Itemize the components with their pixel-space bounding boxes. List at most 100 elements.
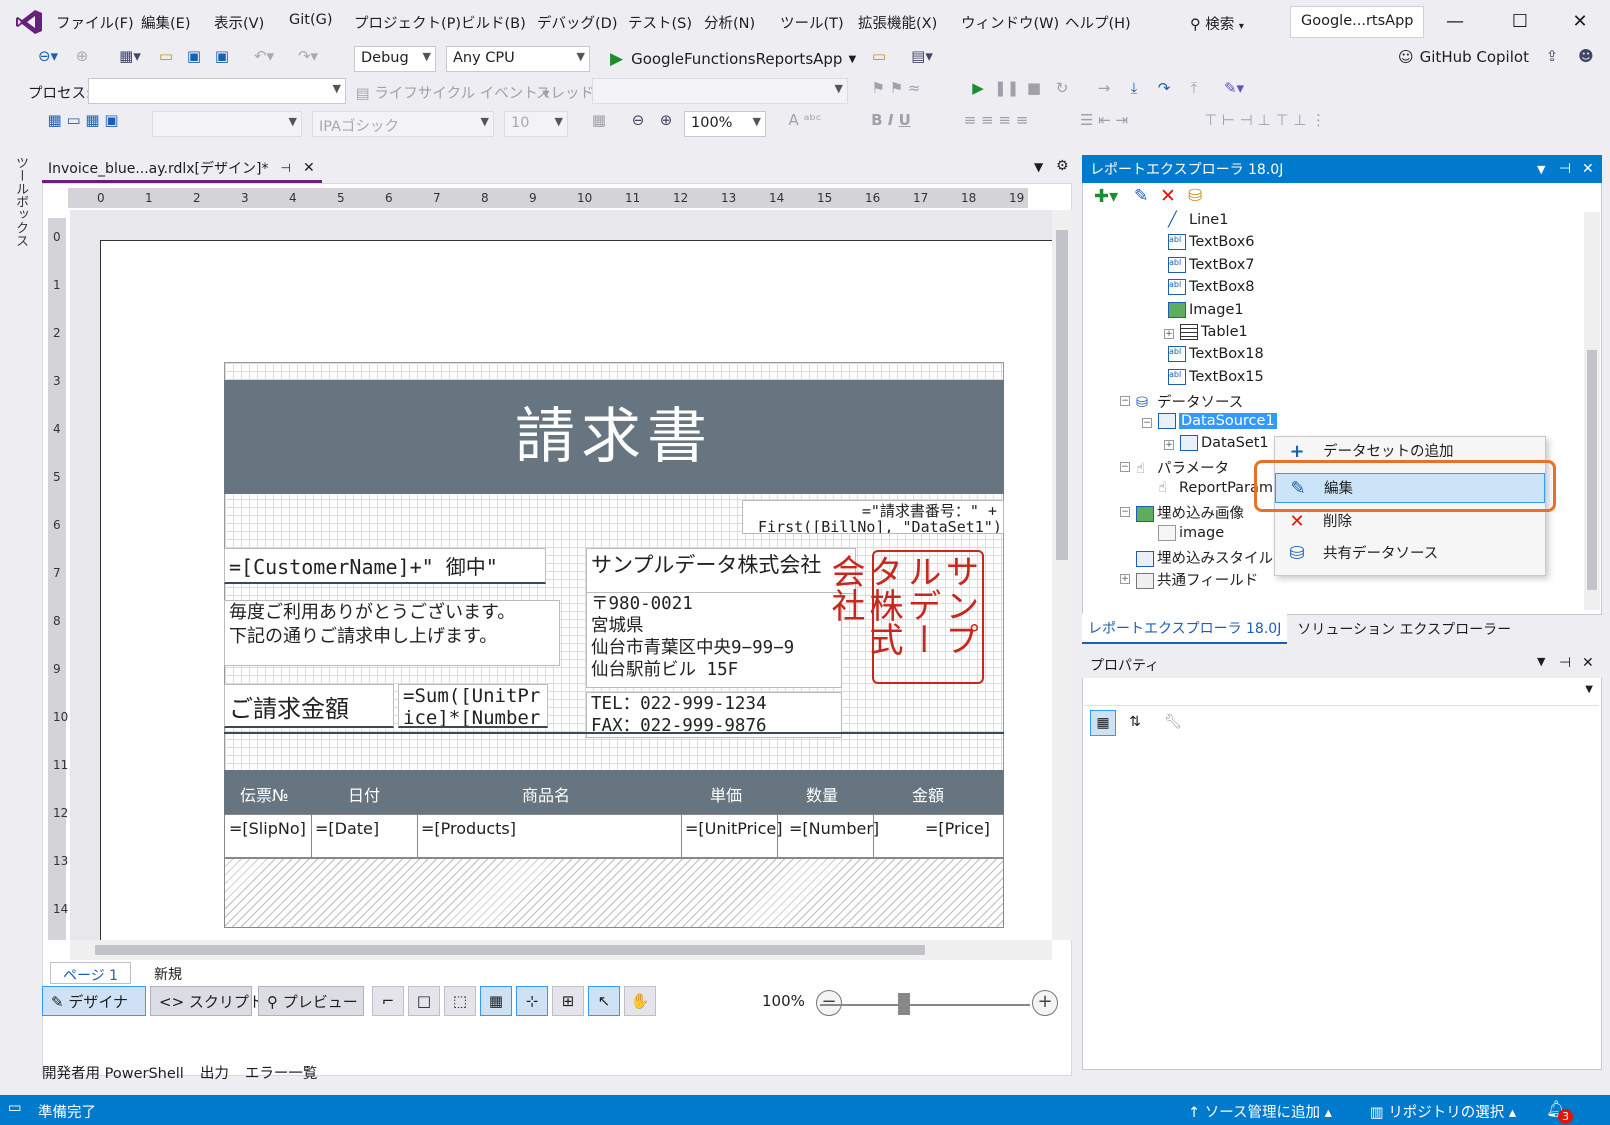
save-all-icon[interactable]: ▣ bbox=[210, 44, 234, 68]
continue-icon[interactable]: ▶ bbox=[966, 76, 990, 100]
redo-icon[interactable]: ↷▾ bbox=[290, 44, 326, 68]
greeting-textbox[interactable]: 毎度ご利用ありがとうございます。 下記の通りご請求申し上げます。 bbox=[224, 600, 560, 666]
company-name-textbox[interactable]: サンプルデータ株式会社 bbox=[586, 548, 856, 594]
menu-help[interactable]: ヘルプ(H) bbox=[1065, 12, 1131, 33]
bold-italic-underline-icons[interactable]: B I U bbox=[846, 108, 936, 132]
tree-item-textbox7[interactable]: abl TextBox7 bbox=[1168, 257, 1255, 273]
platform-select[interactable]: Any CPU ▼ bbox=[446, 46, 590, 72]
pointer-icon[interactable]: ↖ bbox=[588, 986, 620, 1016]
step-into-icon[interactable]: ⤓ bbox=[1122, 76, 1146, 100]
table-detail-row[interactable]: =[SlipNo] =[Date] =[Products] =[UnitPric… bbox=[224, 814, 1004, 859]
menu-build[interactable]: ビルド(B) bbox=[461, 12, 526, 33]
layout-align-icons[interactable]: ⊤ ⊢ ⊣ ⊥ ⊤ ⊥ ⋮ bbox=[1160, 108, 1370, 132]
report-layout-icons[interactable]: ▦ ▭ ▦ ▣ bbox=[28, 108, 138, 132]
tree-item-image1[interactable]: Image1 bbox=[1168, 302, 1244, 318]
tree-item-textbox6[interactable]: abl TextBox6 bbox=[1168, 234, 1255, 250]
pin-icon[interactable]: ⊣ bbox=[1559, 161, 1571, 177]
expand-toggle[interactable]: + bbox=[1164, 440, 1174, 450]
tab-error-list[interactable]: エラー一覧 bbox=[245, 1062, 318, 1083]
thread-select[interactable]: ▼ bbox=[592, 78, 848, 104]
menu-file[interactable]: ファイル(F) bbox=[56, 12, 134, 33]
solution-title[interactable]: Google...rtsApp bbox=[1290, 6, 1424, 38]
select-repository-button[interactable]: ▥ リポジトリの選択 ▴ bbox=[1370, 1101, 1516, 1122]
panel-menu-icon[interactable]: ▼ bbox=[1537, 163, 1545, 176]
tree-item-embedded-images[interactable]: 埋め込み画像 bbox=[1136, 502, 1244, 523]
window-layout-icon[interactable]: ▤▾ bbox=[902, 44, 942, 68]
lifecycle-events-button[interactable]: ▤ ライフサイクル イベント ▾ bbox=[356, 82, 550, 103]
font-select[interactable]: IPAゴシック ▼ bbox=[312, 111, 494, 137]
tree-item-line1[interactable]: ╱ Line1 bbox=[1168, 212, 1228, 228]
pin-icon[interactable]: ⊣ bbox=[280, 161, 290, 175]
cell-slip-no[interactable]: =[SlipNo] bbox=[229, 819, 306, 838]
invoice-title[interactable]: 請求書 bbox=[224, 380, 1004, 494]
wrench-icon[interactable]: 🔧︎ bbox=[1160, 710, 1186, 736]
document-tab[interactable]: Invoice_blue...ay.rdlx[デザイン]* ⊣ ✕ bbox=[42, 155, 322, 183]
box-icon[interactable]: □ bbox=[408, 986, 440, 1016]
divider-line[interactable] bbox=[224, 732, 1004, 734]
expand-toggle[interactable]: + bbox=[1120, 574, 1130, 584]
visual-studio-logo-icon[interactable] bbox=[14, 8, 44, 36]
stop-icon[interactable]: ■ bbox=[1022, 76, 1046, 100]
tab-list-icon[interactable]: ▼ bbox=[1034, 160, 1043, 174]
zoom-slider[interactable] bbox=[820, 1004, 1030, 1006]
designer-mode-button[interactable]: ✎ デザイナ bbox=[42, 986, 146, 1016]
page-1-tab[interactable]: ページ 1 bbox=[50, 962, 132, 984]
zoom-slider-thumb[interactable] bbox=[898, 993, 910, 1015]
collapse-toggle[interactable]: − bbox=[1120, 462, 1130, 472]
cell-products[interactable]: =[Products] bbox=[421, 819, 516, 838]
alphabetical-icon[interactable]: ⇅ bbox=[1122, 710, 1148, 736]
copilot-button[interactable]: ☺ GitHub Copilot bbox=[1398, 48, 1529, 66]
dimension-icon[interactable]: ⊞ bbox=[552, 986, 584, 1016]
tree-item-embedded-styles[interactable]: 埋め込みスタイル bbox=[1136, 547, 1273, 568]
collapse-toggle[interactable]: − bbox=[1120, 396, 1130, 406]
zoom-in-icon[interactable]: ⊕ bbox=[654, 108, 678, 132]
properties-object-select[interactable]: ▼ bbox=[1084, 680, 1599, 706]
amount-label-textbox[interactable]: ご請求金額 bbox=[224, 684, 394, 728]
minimize-icon[interactable]: — bbox=[1440, 8, 1470, 36]
notification-bubble-icon[interactable]: ▭ bbox=[8, 1100, 22, 1116]
font-size-select[interactable]: 10 ▼ bbox=[504, 111, 568, 137]
data-icon[interactable]: ⛁ bbox=[1188, 186, 1202, 206]
preview-mode-button[interactable]: ⚲ プレビュー bbox=[258, 986, 364, 1016]
new-project-icon[interactable]: ▦▾ bbox=[110, 44, 150, 68]
toolbox-tab[interactable]: ツールボックス bbox=[10, 156, 30, 247]
text-color-icon[interactable]: A ᵃᵇᶜ bbox=[780, 108, 830, 132]
search-button[interactable]: ⚲ 検索 ▾ bbox=[1190, 8, 1278, 36]
menu-tools[interactable]: ツール(T) bbox=[780, 12, 844, 33]
tree-item-textbox8[interactable]: abl TextBox8 bbox=[1168, 279, 1255, 295]
cell-number[interactable]: =[Number] bbox=[789, 819, 879, 838]
company-stamp-image[interactable]: サンプルデータ株式会社 bbox=[825, 550, 984, 684]
address-textbox[interactable]: 〒980-0021 宮城県 仙台市青葉区中央9−99−9 仙台駅前ビル 15F bbox=[586, 592, 842, 688]
report-canvas[interactable]: 請求書 ="請求書番号：" + First([BillNo], "DataSet… bbox=[70, 210, 1052, 940]
edit-icon[interactable]: ✎ bbox=[1134, 186, 1148, 206]
canvas-horizontal-scroll-thumb[interactable] bbox=[95, 945, 925, 955]
menu-extensions[interactable]: 拡張機能(X) bbox=[858, 12, 937, 33]
add-icon[interactable]: ✚▾ bbox=[1094, 186, 1118, 207]
add-to-source-control-button[interactable]: ↑ ソース管理に追加 ▴ bbox=[1188, 1101, 1332, 1122]
zoom-out-icon[interactable]: ⊖ bbox=[626, 108, 650, 132]
step-out-icon[interactable]: ⤒ bbox=[1182, 76, 1206, 100]
process-select[interactable]: ▼ bbox=[88, 78, 346, 104]
close-icon[interactable]: ✕ bbox=[1565, 8, 1595, 36]
pin-icon[interactable]: ⊣ bbox=[1559, 655, 1571, 671]
grid-icon[interactable]: ▦ bbox=[480, 986, 512, 1016]
cell-date[interactable]: =[Date] bbox=[315, 819, 379, 838]
folder-icon[interactable]: ▭ bbox=[866, 44, 892, 68]
snap-lines-icon[interactable]: ⌐ bbox=[372, 986, 404, 1016]
menu-view[interactable]: 表示(V) bbox=[214, 12, 264, 33]
open-folder-icon[interactable]: ▭ bbox=[154, 44, 178, 68]
flag-thread-icons[interactable]: ⚑ ⚑ ≈ bbox=[856, 76, 936, 100]
feedback-icon[interactable]: ☻ bbox=[1574, 44, 1598, 68]
dotted-box-icon[interactable]: ⬚ bbox=[444, 986, 476, 1016]
undo-icon[interactable]: ↶▾ bbox=[246, 44, 282, 68]
zoom-select[interactable]: 100% ▼ bbox=[684, 111, 766, 137]
zoom-out-button[interactable]: − bbox=[816, 990, 842, 1016]
hand-icon[interactable]: ✋ bbox=[624, 986, 656, 1016]
restart-icon[interactable]: ↻ bbox=[1050, 76, 1074, 100]
tree-item-common-fields[interactable]: 共通フィールド bbox=[1136, 569, 1258, 590]
menu-window[interactable]: ウィンドウ(W) bbox=[961, 12, 1059, 33]
save-icon[interactable]: ▣ bbox=[182, 44, 206, 68]
snap-grid-icon[interactable]: ⊹ bbox=[516, 986, 548, 1016]
tree-item-dataset1[interactable]: DataSet1 bbox=[1180, 435, 1269, 451]
menu-test[interactable]: テスト(S) bbox=[628, 12, 692, 33]
